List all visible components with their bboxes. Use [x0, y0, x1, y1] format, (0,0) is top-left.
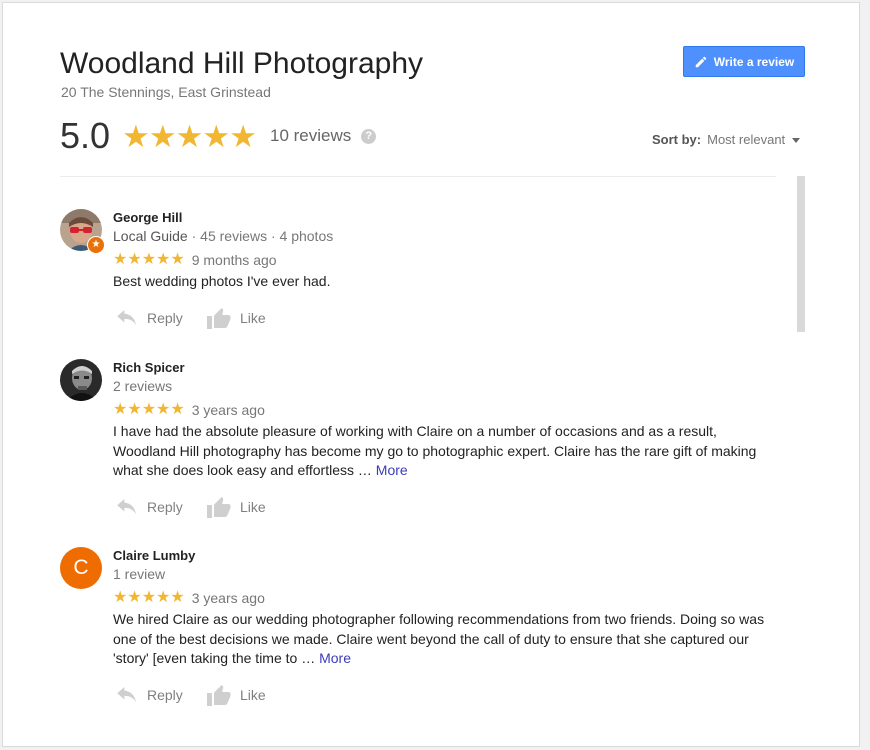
review-rating: ★★★★★ 3 years ago	[113, 587, 778, 609]
reply-icon	[117, 309, 136, 325]
like-button[interactable]: Like	[207, 684, 266, 706]
reply-button[interactable]: Reply	[116, 498, 207, 515]
rating-summary: 5.0 ★★★★★ 10 reviews ?	[60, 115, 377, 156]
reviewer-stats: · 45 reviews · 4 photos	[187, 228, 334, 244]
local-guide-star-icon: ★	[87, 236, 105, 254]
more-link[interactable]: More	[376, 462, 408, 478]
review-content: Rich Spicer 2 reviews ★★★★★ 3 years ago …	[113, 359, 778, 519]
review-content: George Hill Local Guide · 45 reviews · 4…	[113, 209, 778, 330]
review-content: Claire Lumby 1 review ★★★★★ 3 years ago …	[113, 547, 778, 707]
divider	[60, 176, 776, 177]
scrollbar-thumb[interactable]	[797, 176, 805, 332]
sort-dropdown[interactable]: Sort by: Most relevant	[652, 132, 801, 147]
pencil-icon	[694, 55, 708, 69]
help-icon[interactable]: ?	[361, 128, 377, 144]
reply-label: Reply	[147, 686, 183, 703]
review-date: 9 months ago	[191, 252, 277, 268]
place-address: 20 The Stennings, East Grinstead	[61, 84, 271, 100]
review-stars: ★★★★★	[113, 251, 185, 268]
average-rating: 5.0	[60, 115, 111, 156]
avatar[interactable]: C	[60, 547, 102, 589]
review-date: 3 years ago	[191, 590, 265, 606]
place-title: Woodland Hill Photography	[60, 47, 424, 80]
reply-label: Reply	[147, 309, 183, 326]
review-text: We hired Claire as our wedding photograp…	[113, 610, 778, 669]
sort-label: Sort by:	[652, 132, 702, 147]
local-guide-label: Local Guide	[113, 228, 188, 244]
reply-button[interactable]: Reply	[116, 309, 207, 326]
reviewer-stats: 2 reviews	[113, 378, 173, 394]
review-actions: Reply Like	[116, 683, 778, 707]
reviewer-meta: 2 reviews	[113, 377, 778, 396]
reviewer-name[interactable]: George Hill	[113, 209, 778, 227]
caret-down-icon	[792, 138, 801, 143]
review-rating: ★★★★★ 3 years ago	[113, 399, 778, 421]
review-body: We hired Claire as our wedding photograp…	[113, 611, 765, 666]
review-body: Best wedding photos I've ever had.	[113, 273, 331, 289]
review-date: 3 years ago	[191, 402, 265, 418]
review-count: 10 reviews	[270, 126, 352, 145]
reviewer-stats: 1 review	[113, 566, 166, 582]
reviewer-meta: Local Guide · 45 reviews · 4 photos	[113, 227, 778, 246]
thumbs-up-icon	[207, 684, 231, 706]
like-label: Like	[240, 686, 266, 703]
write-review-label: Write a review	[713, 54, 795, 69]
like-label: Like	[240, 498, 266, 515]
like-label: Like	[240, 309, 266, 326]
sort-value: Most relevant	[707, 132, 786, 147]
thumbs-up-icon	[207, 307, 231, 329]
review-stars: ★★★★★	[113, 401, 185, 418]
review-actions: Reply Like	[116, 495, 778, 519]
write-review-button[interactable]: Write a review	[683, 46, 805, 77]
like-button[interactable]: Like	[207, 307, 266, 329]
reviewer-name[interactable]: Claire Lumby	[113, 547, 778, 565]
average-stars: ★★★★★	[122, 118, 257, 154]
review-rating: ★★★★★ 9 months ago	[113, 249, 778, 271]
like-button[interactable]: Like	[207, 496, 266, 518]
reviewer-name[interactable]: Rich Spicer	[113, 359, 778, 377]
reply-icon	[117, 498, 136, 514]
thumbs-up-icon	[207, 496, 231, 518]
review-text: I have had the absolute pleasure of work…	[113, 422, 778, 481]
avatar-letter: C	[73, 556, 89, 579]
reply-button[interactable]: Reply	[116, 686, 207, 703]
review-actions: Reply Like	[116, 306, 778, 330]
review-stars: ★★★★★	[113, 589, 185, 606]
more-link[interactable]: More	[319, 650, 351, 666]
review-text: Best wedding photos I've ever had.	[113, 272, 778, 292]
reviews-dialog: Woodland Hill Photography 20 The Stennin…	[2, 2, 860, 747]
review-body: I have had the absolute pleasure of work…	[113, 423, 757, 478]
avatar[interactable]	[60, 359, 102, 401]
reviewer-meta: 1 review	[113, 565, 778, 584]
reply-label: Reply	[147, 498, 183, 515]
reply-icon	[117, 686, 136, 702]
